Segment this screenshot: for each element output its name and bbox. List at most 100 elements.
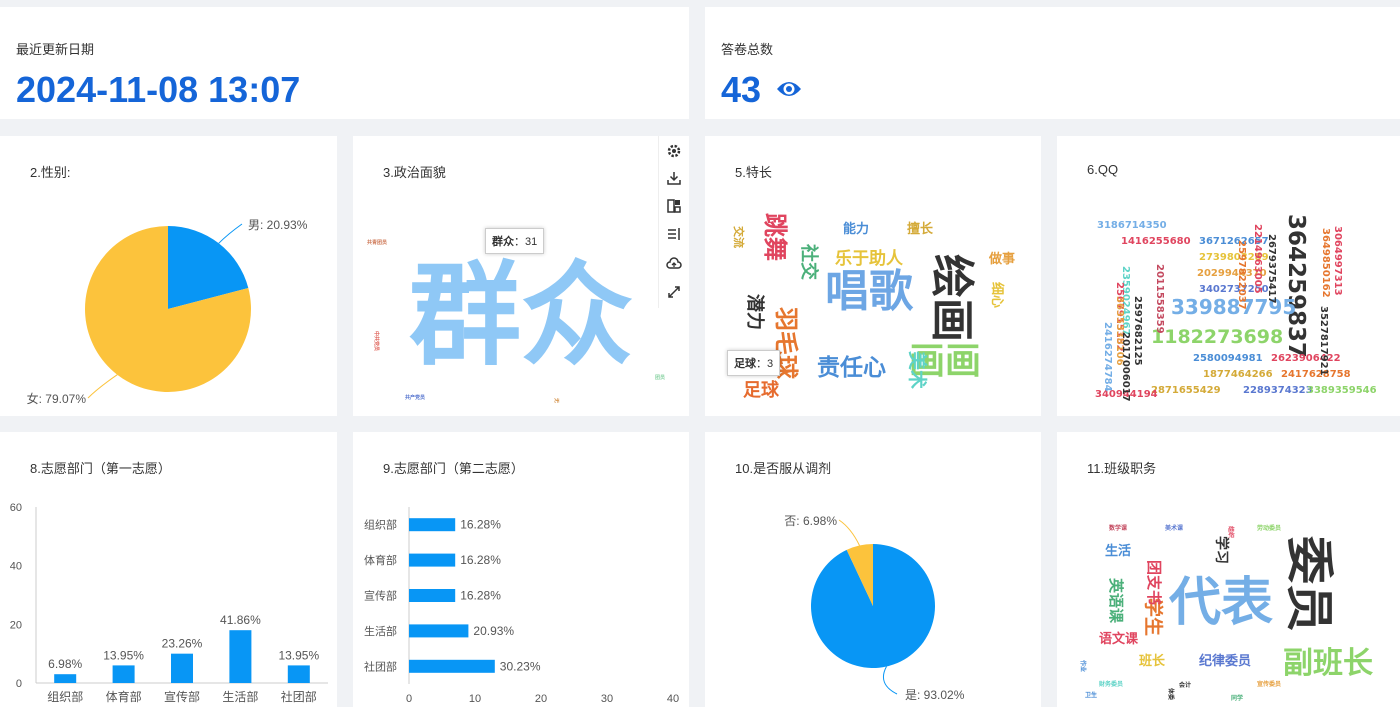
pie-label-line <box>87 374 118 399</box>
x-tick-label: 宣传部 <box>164 689 200 704</box>
skills-chart-card: 5.特长 唱歌 绘画 画画 羽毛球 跳舞 责任心 足球 乐于助人 美术 社交 潜力 能力 擅长 做事 细心交… <box>705 136 1041 416</box>
word-cloud-word: 1182273698 <box>1151 326 1283 348</box>
x-tick-label: 0 <box>406 693 412 705</box>
word-cloud-word: 能力 <box>843 221 869 237</box>
pie-label: 女: 79.07% <box>27 391 87 406</box>
y-tick-label: 生活部 <box>364 624 397 638</box>
bar-data-label: 16.28% <box>460 553 501 567</box>
last-update-value: 2024-11-08 13:07 <box>16 69 301 110</box>
bar <box>409 553 456 567</box>
word-cloud-word: 做事 <box>988 251 1015 267</box>
word-cloud-word: 3527817921 <box>1318 306 1329 376</box>
word-cloud-word: 团支书 <box>1145 560 1163 605</box>
roles-chart-card: 11.班级职务 代表 委员 副班长 学生 英语课 团支书 学习 生活 语文课 班长 纪律委员 数学课美… <box>1057 432 1400 707</box>
chart-tooltip: 足球：3 <box>727 350 781 376</box>
word-cloud-word: 交流 <box>732 226 746 248</box>
bar-data-label: 13.95% <box>278 648 319 662</box>
chart-toolbox <box>658 136 689 308</box>
qq-chart-card: 6.QQ 364259837 339887795 1182273698 3186714… <box>1057 136 1400 416</box>
pie-label: 否: 6.98% <box>784 514 837 528</box>
bar-data-label: 6.98% <box>48 657 82 671</box>
x-tick-label: 社团部 <box>281 689 317 704</box>
last-update-label: 最近更新日期 <box>16 42 95 57</box>
word-cloud-word: 2417628758 <box>1281 369 1351 380</box>
word-cloud-word: 2214963005 <box>1252 224 1263 294</box>
bar <box>409 624 469 638</box>
word-cloud-word: 委员 <box>1281 536 1337 632</box>
word-cloud-word: 代表 <box>1168 573 1273 633</box>
bar-data-label: 16.28% <box>460 518 501 532</box>
word-cloud-word: 责任心 <box>817 354 886 381</box>
bar-data-label: 23.26% <box>162 637 203 651</box>
y-tick-label: 60 <box>10 502 22 514</box>
x-tick-label: 组织部 <box>47 689 83 704</box>
cloud-upload-icon[interactable] <box>666 256 682 272</box>
dept2-chart-card: 9.志愿部门（第二志愿） 0 10 20 30 40 16.28% 组织部 16.28% 体育部… <box>353 432 689 707</box>
word-cloud-word: 3389359546 <box>1307 385 1377 396</box>
x-tick-label: 20 <box>535 693 547 705</box>
roles-wordcloud: 代表 委员副班长学生英语课 团支书学习生活语文课班长 纪律委员数学课 美术课 劳动委员组织… <box>1079 524 1373 702</box>
download-icon[interactable] <box>666 170 682 186</box>
word-cloud-word: 美术课 <box>1164 524 1184 532</box>
word-cloud-word: 2679375417 <box>1266 234 1277 304</box>
word-cloud-word: 团员 <box>655 374 665 381</box>
word-cloud-word: 绘画 <box>926 254 977 342</box>
tooltip-name: 足球 <box>734 358 756 370</box>
chart-tooltip: 群众：31 <box>485 228 545 254</box>
gender-chart-card: 2.性别: 男: 20.93% 女: 79.07% <box>0 136 337 416</box>
word-cloud-word: 2011558359 <box>1154 264 1165 334</box>
word-cloud-word: 3064997313 <box>1332 226 1343 296</box>
bar <box>409 589 456 602</box>
word-cloud-word: 劳动委员 <box>1257 524 1281 532</box>
dept2-bar-chart: 0 10 20 30 40 16.28% 组织部 16.28% 体育部 16.28% 宣传部 20.9… <box>364 507 679 705</box>
bar-data-label: 20.93% <box>473 624 514 638</box>
qq-wordcloud: 3642598373398877951182273698318671435014… <box>1095 214 1377 402</box>
bar <box>171 653 193 683</box>
fullscreen-icon[interactable] <box>666 284 682 300</box>
word-cloud-word: 共产党员 <box>405 394 425 401</box>
word-cloud-word: 2017006017 <box>1120 332 1131 402</box>
pie-label: 是: 93.02% <box>905 688 965 702</box>
total-responses-label: 答卷总数 <box>721 42 774 57</box>
dept1-chart-card: 8.志愿部门（第一志愿） 0 20 40 60 6.98% 组织部 13.95% 体育部 23.… <box>0 432 337 707</box>
word-cloud-word: 364259837 <box>1283 214 1309 358</box>
word-cloud-word: 同学 <box>1231 694 1243 702</box>
word-cloud-word: 群众 <box>409 251 633 381</box>
eye-icon[interactable] <box>775 77 803 101</box>
word-cloud-word: 乐于助人 <box>835 248 904 269</box>
word-cloud-word: 语文课 <box>1099 631 1139 647</box>
pie-label-line <box>883 666 898 695</box>
bar <box>409 518 456 532</box>
dept1-bar-chart: 0 20 40 60 6.98% 组织部 13.95% 体育部 23.26% 宣传部 41.86% 生… <box>10 502 328 704</box>
word-cloud-word: 作业 <box>1079 660 1087 672</box>
word-cloud-word: 班长 <box>1139 653 1166 669</box>
obey-pie-chart: 是: 93.02% 否: 6.98% <box>784 514 965 702</box>
bar-data-label: 13.95% <box>103 648 144 662</box>
bar <box>287 665 310 683</box>
y-tick-label: 0 <box>16 678 22 690</box>
word-cloud-word: 2871655429 <box>1151 385 1221 396</box>
bar-data-label: 41.86% <box>220 613 261 627</box>
obey-chart-card: 10.是否服从调剂 是: 93.02% 否: 6.98% <box>705 432 1041 707</box>
word-cloud-word: 2597682125 <box>1132 296 1143 366</box>
word-cloud-word: 财务委员 <box>1098 680 1123 688</box>
tooltip-name: 群众 <box>492 236 514 248</box>
y-tick-label: 20 <box>10 619 22 631</box>
y-tick-label: 组织部 <box>364 518 397 532</box>
word-cloud-word: 2289374323 <box>1243 385 1313 396</box>
total-responses-card: 答卷总数 43 <box>705 7 1400 119</box>
total-responses-value: 43 <box>721 69 762 110</box>
word-cloud-word: 足球 <box>743 380 780 401</box>
word-cloud-word: 1877464266 <box>1203 369 1273 380</box>
word-cloud-word: 2623906422 <box>1271 353 1341 364</box>
bar <box>409 659 495 673</box>
data-view-icon[interactable] <box>666 198 682 214</box>
settings-icon[interactable] <box>666 143 682 159</box>
word-cloud-word: 学习 <box>1213 536 1230 564</box>
word-cloud-word: 卫生 <box>1085 691 1097 699</box>
pie-label-line <box>218 223 243 244</box>
word-cloud-word: 组织 <box>1227 526 1235 538</box>
pie-label: 男: 20.93% <box>248 218 308 232</box>
sort-icon[interactable] <box>666 226 682 242</box>
word-cloud-word: 2580094981 <box>1193 353 1263 364</box>
